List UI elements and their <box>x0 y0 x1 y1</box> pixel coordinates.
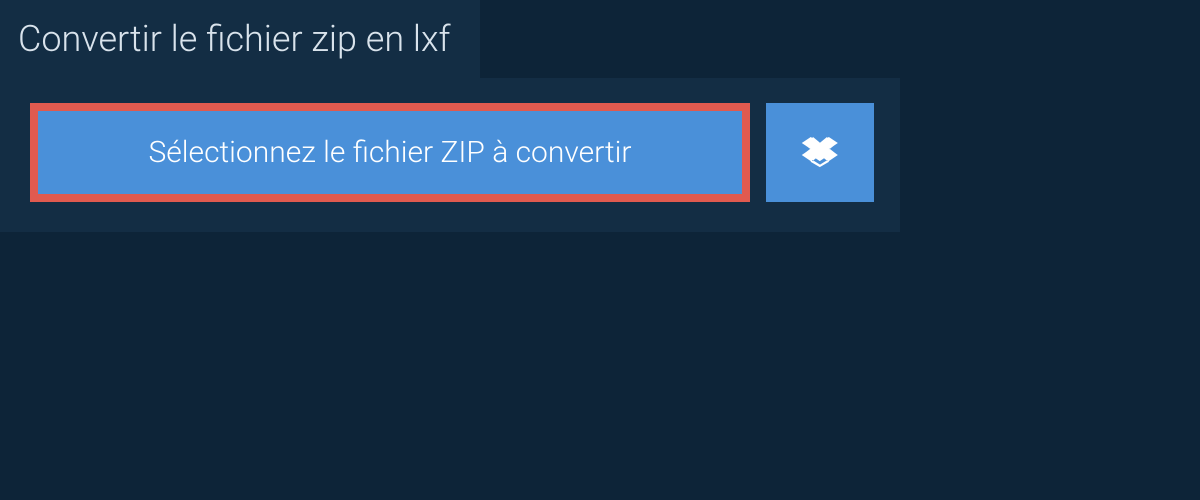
select-file-button[interactable]: Sélectionnez le fichier ZIP à convertir <box>30 103 750 202</box>
dropbox-button[interactable] <box>766 103 874 202</box>
upload-panel: Sélectionnez le fichier ZIP à convertir <box>0 78 900 232</box>
select-file-label: Sélectionnez le fichier ZIP à convertir <box>149 135 632 170</box>
page-title: Convertir le fichier zip en lxf <box>0 0 480 78</box>
title-bar: Convertir le fichier zip en lxf <box>0 0 480 78</box>
dropbox-icon <box>801 134 839 172</box>
